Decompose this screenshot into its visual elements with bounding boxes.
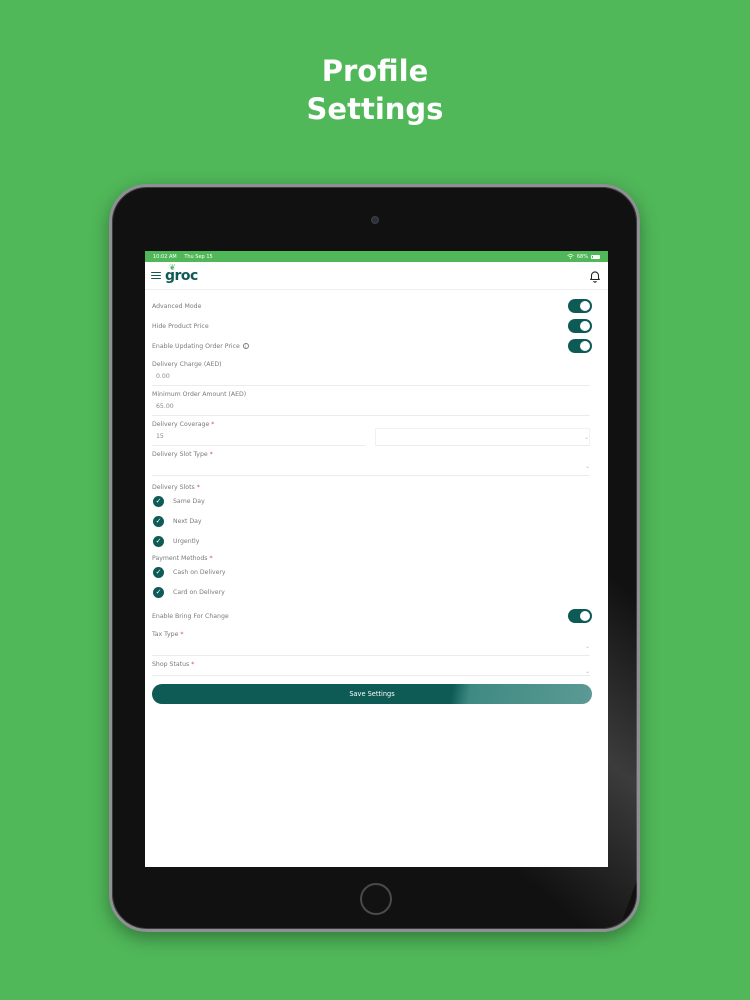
app-header: ❦ groc: [145, 262, 608, 290]
bell-icon[interactable]: [588, 269, 602, 283]
chevron-down-icon: ⌄: [583, 433, 589, 441]
delivery-slots-label: Delivery Slots *: [152, 484, 200, 491]
min-order-input[interactable]: 65.00: [152, 398, 590, 416]
delivery-charge-label: Delivery Charge (AED): [152, 361, 222, 368]
delivery-coverage-label: Delivery Coverage *: [152, 421, 215, 428]
min-order-value: 65.00: [156, 403, 174, 410]
advanced-mode-label: Advanced Mode: [152, 302, 202, 310]
app-screen: 10:02 AM Thu Sep 15 68% ❦ groc Advanced …: [145, 251, 608, 867]
chevron-down-icon: ⌄: [584, 463, 590, 470]
promo-title: Profile Settings: [0, 52, 750, 128]
advanced-mode-toggle[interactable]: [568, 299, 592, 313]
home-button[interactable]: [360, 883, 392, 915]
camera-icon: [371, 216, 379, 224]
info-icon[interactable]: i: [242, 343, 249, 349]
battery-icon: [591, 254, 600, 259]
promo-title-line2: Settings: [306, 92, 444, 126]
delivery-slot-urgently[interactable]: ✓ Urgently: [152, 531, 600, 551]
wifi-icon: [567, 254, 574, 259]
payment-methods-label: Payment Methods *: [152, 555, 213, 562]
shop-status-select[interactable]: ⌄: [152, 668, 590, 676]
status-time: 10:02 AM: [153, 253, 177, 260]
toggle-row-bring-change: Enable Bring For Change: [152, 606, 600, 626]
delivery-slot-type-select[interactable]: ⌄: [152, 458, 590, 476]
save-settings-button[interactable]: Save Settings: [152, 684, 592, 704]
check-icon[interactable]: ✓: [153, 535, 164, 547]
update-order-price-label-wrap: Enable Updating Order Price i: [152, 343, 249, 350]
promo-title-line1: Profile: [321, 54, 429, 88]
hide-price-toggle[interactable]: [568, 319, 592, 333]
payment-cash-on-delivery[interactable]: ✓ Cash on Delivery: [152, 562, 600, 582]
app-logo: ❦ groc: [165, 263, 198, 284]
min-order-label: Minimum Order Amount (AED): [152, 391, 247, 398]
bring-change-label: Enable Bring For Change: [152, 612, 229, 620]
hamburger-icon[interactable]: [151, 271, 161, 280]
delivery-coverage-row: 15 ⌄: [152, 428, 590, 446]
settings-form: Advanced Mode Hide Product Price Enable …: [145, 290, 608, 704]
tax-type-select[interactable]: ⌄: [152, 638, 590, 656]
delivery-coverage-value: 15: [156, 433, 164, 440]
bring-change-toggle[interactable]: [568, 609, 592, 623]
shop-status-label: Shop Status *: [152, 661, 195, 668]
check-icon[interactable]: ✓: [153, 586, 164, 598]
status-bar: 10:02 AM Thu Sep 15 68%: [145, 251, 608, 262]
check-icon[interactable]: ✓: [153, 515, 164, 527]
payment-card-on-delivery[interactable]: ✓ Card on Delivery: [152, 582, 600, 602]
delivery-coverage-input[interactable]: 15: [152, 428, 365, 446]
toggle-row-hide-price: Hide Product Price: [152, 316, 600, 336]
update-order-price-label: Enable Updating Order Price: [152, 342, 240, 350]
delivery-charge-input[interactable]: 0.00: [152, 368, 590, 386]
chevron-down-icon: ⌄: [584, 668, 590, 675]
update-order-price-toggle[interactable]: [568, 339, 592, 353]
coverage-unit-select[interactable]: ⌄: [375, 428, 590, 446]
battery-percent: 68%: [576, 253, 588, 260]
hide-price-label: Hide Product Price: [152, 322, 209, 330]
tax-type-label: Tax Type *: [152, 631, 184, 638]
check-icon[interactable]: ✓: [153, 495, 164, 507]
delivery-charge-value: 0.00: [156, 373, 170, 380]
delivery-slot-type-label: Delivery Slot Type *: [152, 451, 213, 458]
delivery-slot-next-day[interactable]: ✓ Next Day: [152, 511, 600, 531]
delivery-slot-same-day[interactable]: ✓ Same Day: [152, 491, 600, 511]
status-date: Thu Sep 15: [184, 253, 213, 260]
check-icon[interactable]: ✓: [153, 566, 164, 578]
chevron-down-icon: ⌄: [584, 643, 590, 650]
toggle-row-advanced-mode: Advanced Mode: [152, 296, 600, 316]
toggle-row-update-order-price: Enable Updating Order Price i: [152, 336, 600, 356]
leaf-icon: ❦: [169, 262, 176, 272]
tablet-frame: 10:02 AM Thu Sep 15 68% ❦ groc Advanced …: [109, 184, 640, 932]
